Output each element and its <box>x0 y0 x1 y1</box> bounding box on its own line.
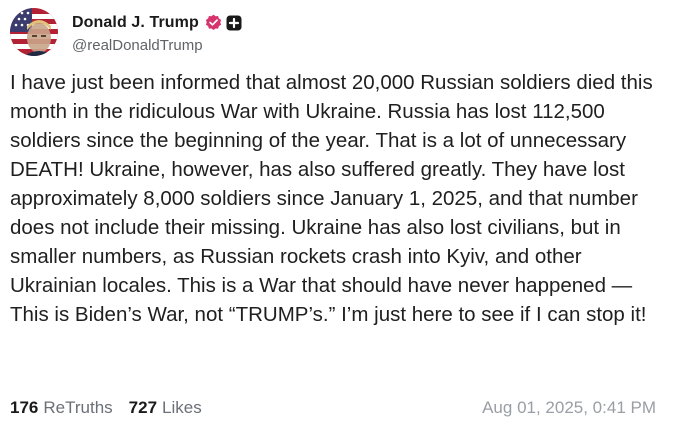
plus-badge-icon <box>226 15 242 30</box>
retruths-label: ReTruths <box>43 398 113 417</box>
retruths-stat[interactable]: 176 ReTruths <box>10 398 113 418</box>
name-row: Donald J. Trump <box>72 11 242 35</box>
retruths-count: 176 <box>10 398 39 417</box>
author-identity: Donald J. Trump @realDonaldTrump <box>72 11 242 54</box>
post-footer: 176 ReTruths 727 Likes Aug 01, 2025, 0:4… <box>10 396 670 420</box>
display-name[interactable]: Donald J. Trump <box>72 14 199 32</box>
avatar[interactable] <box>10 8 58 56</box>
avatar-image <box>10 8 58 56</box>
post-timestamp[interactable]: Aug 01, 2025, 0:41 PM <box>482 398 656 418</box>
likes-count: 727 <box>128 398 158 417</box>
post-text: I have just been informed that almost 20… <box>10 71 653 326</box>
post-header: Donald J. Trump @realDonaldTrump <box>10 6 242 58</box>
likes-label: Likes <box>162 398 202 417</box>
post-card: Donald J. Trump @realDonaldTrump I have … <box>0 0 679 423</box>
author-handle[interactable]: @realDonaldTrump <box>72 37 242 54</box>
likes-stat[interactable]: 727 Likes <box>129 398 202 418</box>
verified-badge-icon <box>205 14 221 30</box>
